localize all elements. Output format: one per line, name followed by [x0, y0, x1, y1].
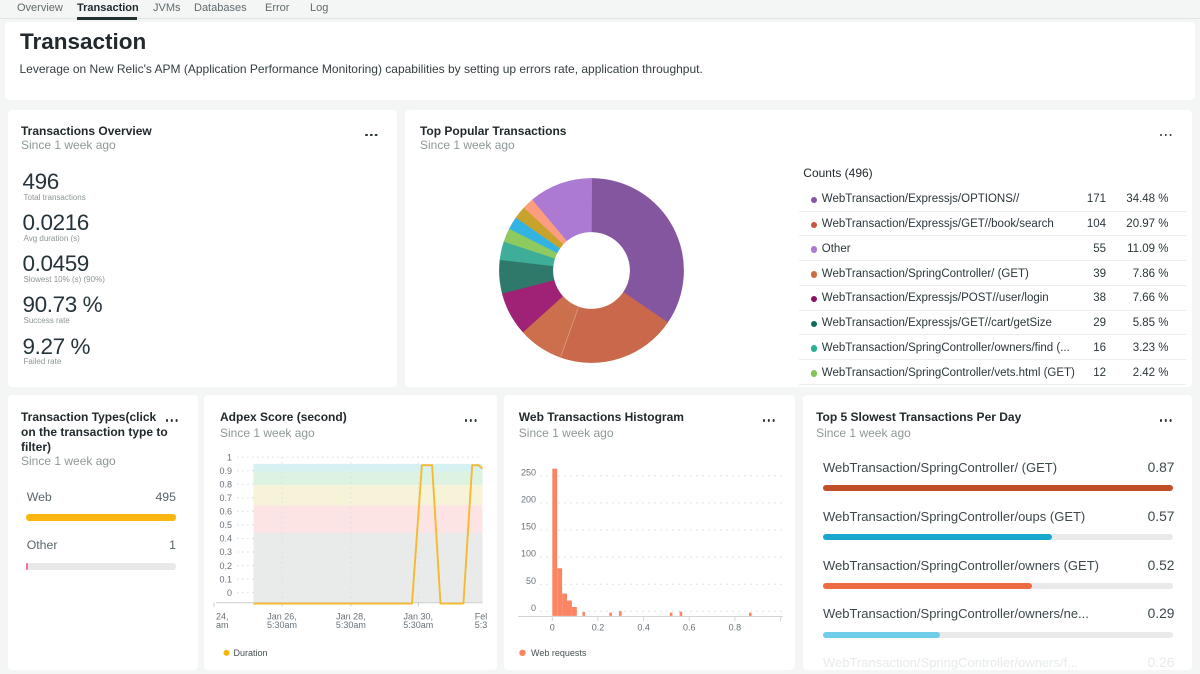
- svg-text:0.4: 0.4: [637, 622, 650, 632]
- svg-text:Web requests: Web requests: [531, 648, 587, 658]
- svg-text:0.7: 0.7: [219, 493, 232, 503]
- svg-text:0: 0: [531, 603, 536, 613]
- svg-text:0.2: 0.2: [219, 560, 232, 570]
- svg-text:5:30am: 5:30am: [403, 619, 433, 629]
- svg-text:0.2: 0.2: [592, 622, 605, 632]
- svg-text:5:3: 5:3: [475, 619, 488, 629]
- svg-text:50: 50: [526, 575, 536, 585]
- svg-text:1: 1: [227, 452, 232, 462]
- svg-text:200: 200: [521, 494, 536, 504]
- svg-text:5:30am: 5:30am: [267, 619, 297, 629]
- svg-text:0: 0: [550, 622, 555, 632]
- svg-text:Duration: Duration: [234, 648, 268, 658]
- svg-text:0.8: 0.8: [729, 622, 742, 632]
- svg-text:250: 250: [521, 467, 536, 477]
- svg-text:am: am: [216, 619, 229, 629]
- svg-text:0.1: 0.1: [219, 574, 232, 584]
- svg-text:0.6: 0.6: [683, 622, 696, 632]
- svg-text:0.5: 0.5: [219, 520, 232, 530]
- svg-text:5:30am: 5:30am: [336, 619, 366, 629]
- svg-text:0.8: 0.8: [219, 479, 232, 489]
- svg-text:100: 100: [521, 548, 536, 558]
- svg-text:150: 150: [521, 521, 536, 531]
- svg-text:0: 0: [227, 588, 232, 598]
- svg-text:0.3: 0.3: [219, 547, 232, 557]
- svg-text:0.6: 0.6: [219, 506, 232, 516]
- svg-text:0.9: 0.9: [219, 466, 232, 476]
- svg-text:0.4: 0.4: [219, 533, 232, 543]
